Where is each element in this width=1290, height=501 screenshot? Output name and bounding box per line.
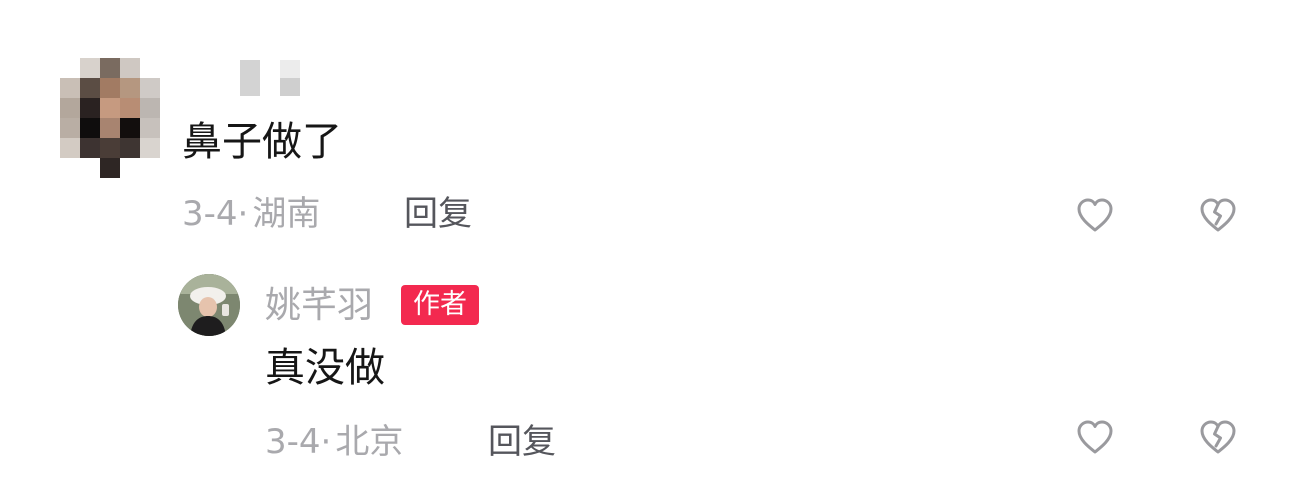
broken-heart-icon[interactable] <box>1196 415 1240 459</box>
author-avatar[interactable] <box>178 274 240 336</box>
broken-heart-icon[interactable] <box>1196 193 1240 237</box>
reply-date: 3-4 <box>265 422 321 462</box>
comment-date: 3-4 <box>182 194 238 234</box>
comment-meta: 3-4· 湖南 <box>182 194 320 234</box>
reply-text: 真没做 <box>265 345 385 391</box>
username-masked[interactable] <box>240 60 310 96</box>
author-badge: 作者 <box>401 285 479 325</box>
avatar[interactable] <box>60 58 164 182</box>
reply-location: 北京 <box>335 422 404 462</box>
heart-outline-icon[interactable] <box>1073 193 1117 237</box>
author-name[interactable]: 姚芊羽 <box>265 284 373 328</box>
reply-to-reply-button[interactable]: 回复 <box>488 422 556 462</box>
reply-button[interactable]: 回复 <box>404 194 472 234</box>
reply-meta: 3-4· 北京 <box>265 422 403 462</box>
comment-text: 鼻子做了 <box>182 119 342 165</box>
meta-separator: · <box>237 194 249 234</box>
heart-outline-icon[interactable] <box>1073 415 1117 459</box>
meta-separator: · <box>320 422 332 462</box>
comment-location: 湖南 <box>252 194 321 234</box>
